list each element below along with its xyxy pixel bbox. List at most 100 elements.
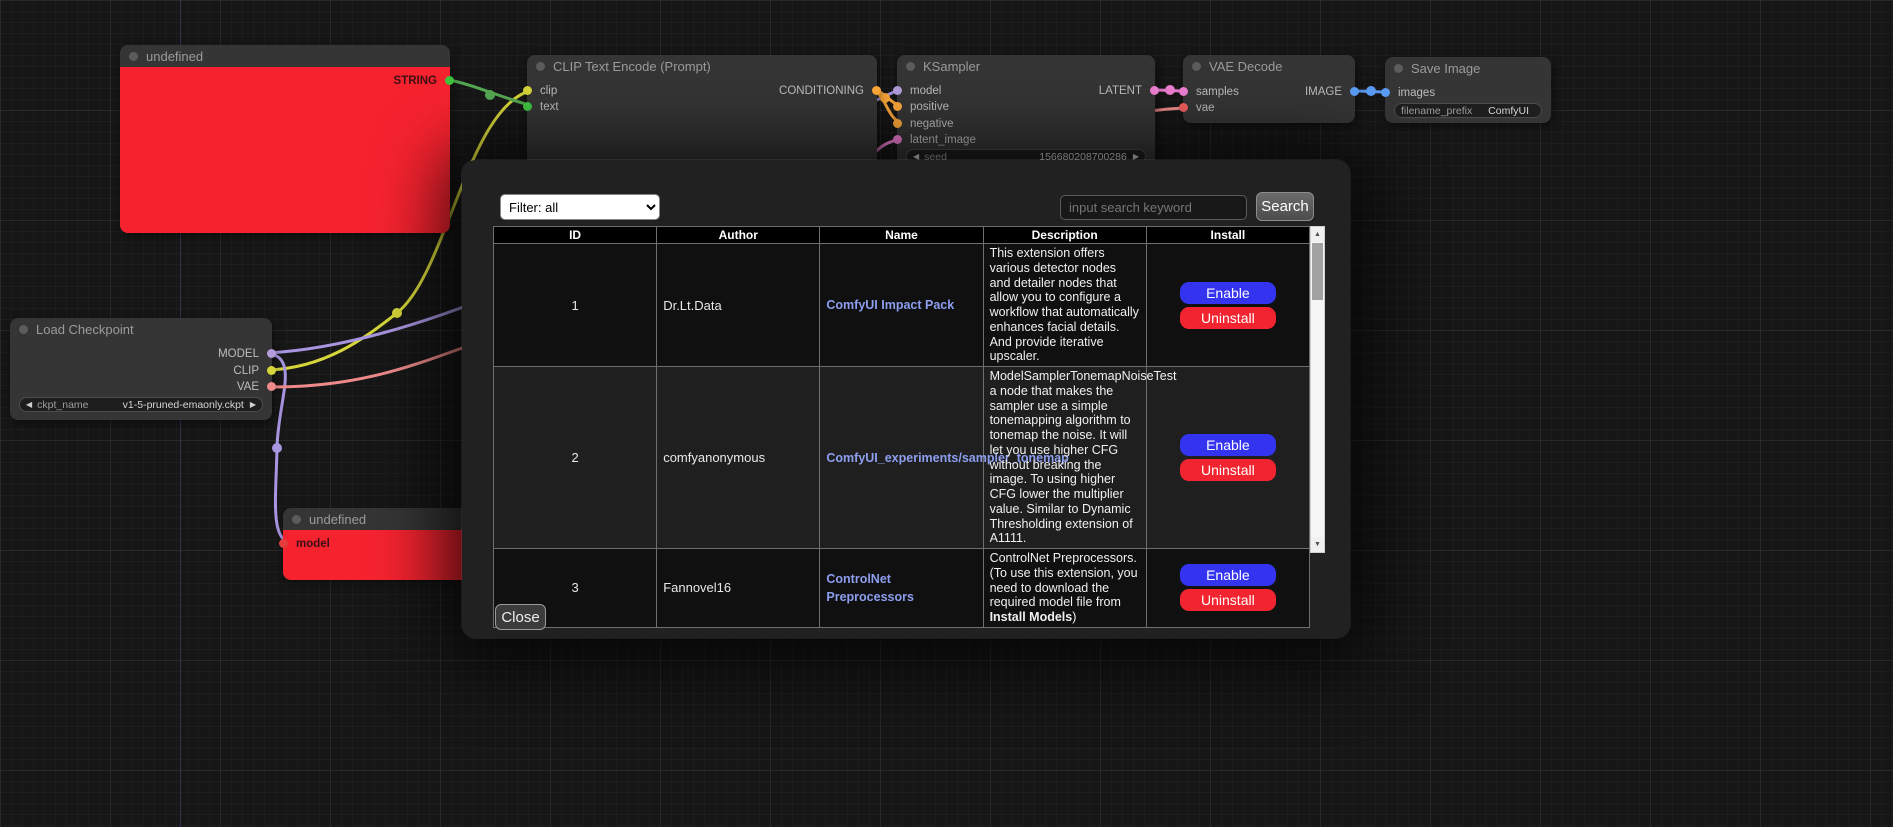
node-load-checkpoint[interactable]: Load Checkpoint MODEL CLIP VAE ◀ ckpt_na… (10, 318, 272, 420)
output-port-vae[interactable] (267, 382, 276, 391)
input-port-latent-image[interactable] (893, 135, 902, 144)
output-label-conditioning: CONDITIONING (779, 85, 864, 97)
node-title: undefined (146, 49, 203, 64)
input-label-vae: vae (1196, 102, 1215, 114)
uninstall-button[interactable]: Uninstall (1180, 459, 1276, 481)
enable-button[interactable]: Enable (1180, 434, 1276, 456)
output-label-vae: VAE (237, 381, 259, 393)
extensions-table: ID Author Name Description Install 1 Dr.… (493, 226, 1310, 628)
filename-prefix-widget[interactable]: filename_prefix ComfyUI (1394, 103, 1542, 118)
node-title: CLIP Text Encode (Prompt) (553, 59, 711, 74)
output-port-latent[interactable] (1150, 86, 1159, 95)
input-port-vae[interactable] (1179, 103, 1188, 112)
node-title: Load Checkpoint (36, 322, 134, 337)
cell-id: 1 (494, 244, 657, 367)
output-label-model: MODEL (218, 348, 259, 360)
node-collapse-dot-icon[interactable] (292, 515, 301, 524)
uninstall-button[interactable]: Uninstall (1180, 307, 1276, 329)
next-arrow-icon[interactable]: ▶ (250, 401, 256, 409)
ckpt-name-label: ckpt_name (37, 399, 88, 411)
search-button[interactable]: Search (1256, 192, 1314, 221)
cell-author: Dr.Lt.Data (657, 244, 820, 367)
output-port-image[interactable] (1350, 87, 1359, 96)
cell-install: Enable Uninstall (1146, 367, 1309, 549)
scrollbar-up-arrow-icon[interactable]: ▲ (1311, 227, 1324, 242)
input-port-images[interactable] (1381, 88, 1390, 97)
previous-arrow-icon[interactable]: ◀ (26, 401, 32, 409)
table-row: 3 Fannovel16 ControlNet Preprocessors Co… (494, 549, 1310, 628)
output-port-clip[interactable] (267, 366, 276, 375)
ckpt-name-value: v1-5-pruned-emaonly.ckpt (123, 399, 244, 411)
table-header-row: ID Author Name Description Install (494, 227, 1310, 244)
input-port-text[interactable] (523, 102, 532, 111)
scrollbar-thumb[interactable] (1312, 243, 1323, 300)
filename-prefix-label: filename_prefix (1401, 105, 1472, 117)
filter-select[interactable]: Filter: all (500, 194, 660, 220)
enable-button[interactable]: Enable (1180, 282, 1276, 304)
input-label-positive: positive (910, 101, 949, 113)
header-description: Description (983, 227, 1146, 244)
table-row: 1 Dr.Lt.Data ComfyUI Impact Pack This ex… (494, 244, 1310, 367)
output-label-clip: CLIP (233, 365, 259, 377)
node-collapse-dot-icon[interactable] (19, 325, 28, 334)
node-collapse-dot-icon[interactable] (906, 62, 915, 71)
wire-image-midpoint-dot (1366, 86, 1376, 96)
node-vae-decode[interactable]: VAE Decode samples vae IMAGE (1183, 55, 1355, 123)
close-button[interactable]: Close (495, 604, 546, 630)
scrollbar-down-arrow-icon[interactable]: ▼ (1311, 537, 1324, 552)
cell-install: Enable Uninstall (1146, 244, 1309, 367)
output-label-image: IMAGE (1305, 86, 1342, 98)
node-collapse-dot-icon[interactable] (129, 52, 138, 61)
wire-conditioning-midpoint-dot (880, 93, 890, 103)
output-port-string[interactable] (445, 76, 454, 85)
node-title: undefined (309, 512, 366, 527)
filename-prefix-value: ComfyUI (1488, 105, 1529, 117)
node-collapse-dot-icon[interactable] (1192, 62, 1201, 71)
cell-description: This extension offers various detector n… (983, 244, 1146, 367)
cell-description: ModelSamplerTonemapNoiseTest a node that… (983, 367, 1146, 549)
input-port-positive[interactable] (893, 102, 902, 111)
node-title: Save Image (1411, 61, 1480, 76)
table-scrollbar[interactable]: ▲ ▼ (1310, 226, 1325, 553)
custom-nodes-manager-dialog: Filter: all Search ID Author Name Descri… (462, 160, 1350, 638)
header-id: ID (494, 227, 657, 244)
input-label-text: text (540, 101, 559, 113)
output-port-conditioning[interactable] (872, 86, 881, 95)
node-collapse-dot-icon[interactable] (536, 62, 545, 71)
cell-install: Enable Uninstall (1146, 549, 1309, 628)
node-undefined-top[interactable]: undefined STRING (120, 45, 450, 233)
wire-model-midpoint-dot (272, 443, 282, 453)
extension-link[interactable]: ControlNet Preprocessors (826, 572, 914, 604)
node-collapse-dot-icon[interactable] (1394, 64, 1403, 73)
output-label-string: STRING (394, 75, 437, 87)
header-install: Install (1146, 227, 1309, 244)
uninstall-button[interactable]: Uninstall (1180, 589, 1276, 611)
wire-latent-midpoint-dot (1165, 85, 1175, 95)
output-label-latent: LATENT (1099, 85, 1142, 97)
input-label-images: images (1398, 87, 1435, 99)
cell-author: Fannovel16 (657, 549, 820, 628)
input-port-model[interactable] (279, 539, 288, 548)
header-name: Name (820, 227, 983, 244)
output-port-model[interactable] (267, 349, 276, 358)
input-label-model: model (296, 538, 330, 550)
header-author: Author (657, 227, 820, 244)
error-node-body (120, 67, 450, 233)
cell-author: comfyanonymous (657, 367, 820, 549)
input-label-latent-image: latent_image (910, 134, 976, 146)
search-input[interactable] (1060, 195, 1247, 220)
node-title: KSampler (923, 59, 980, 74)
extension-link[interactable]: ComfyUI Impact Pack (826, 298, 954, 312)
wire-string-midpoint-dot (485, 90, 495, 100)
cell-id: 2 (494, 367, 657, 549)
cell-description: ControlNet Preprocessors. (To use this e… (983, 549, 1146, 628)
node-save-image[interactable]: Save Image images filename_prefix ComfyU… (1385, 57, 1551, 123)
node-title: VAE Decode (1209, 59, 1282, 74)
input-port-negative[interactable] (893, 119, 902, 128)
table-row: 2 comfyanonymous ComfyUI_experiments/sam… (494, 367, 1310, 549)
node-undefined-bottom[interactable]: undefined model (283, 508, 483, 580)
wire-clip-midpoint-dot (392, 308, 402, 318)
ckpt-name-widget[interactable]: ◀ ckpt_name v1-5-pruned-emaonly.ckpt ▶ (19, 397, 263, 412)
enable-button[interactable]: Enable (1180, 564, 1276, 586)
input-label-negative: negative (910, 118, 953, 130)
